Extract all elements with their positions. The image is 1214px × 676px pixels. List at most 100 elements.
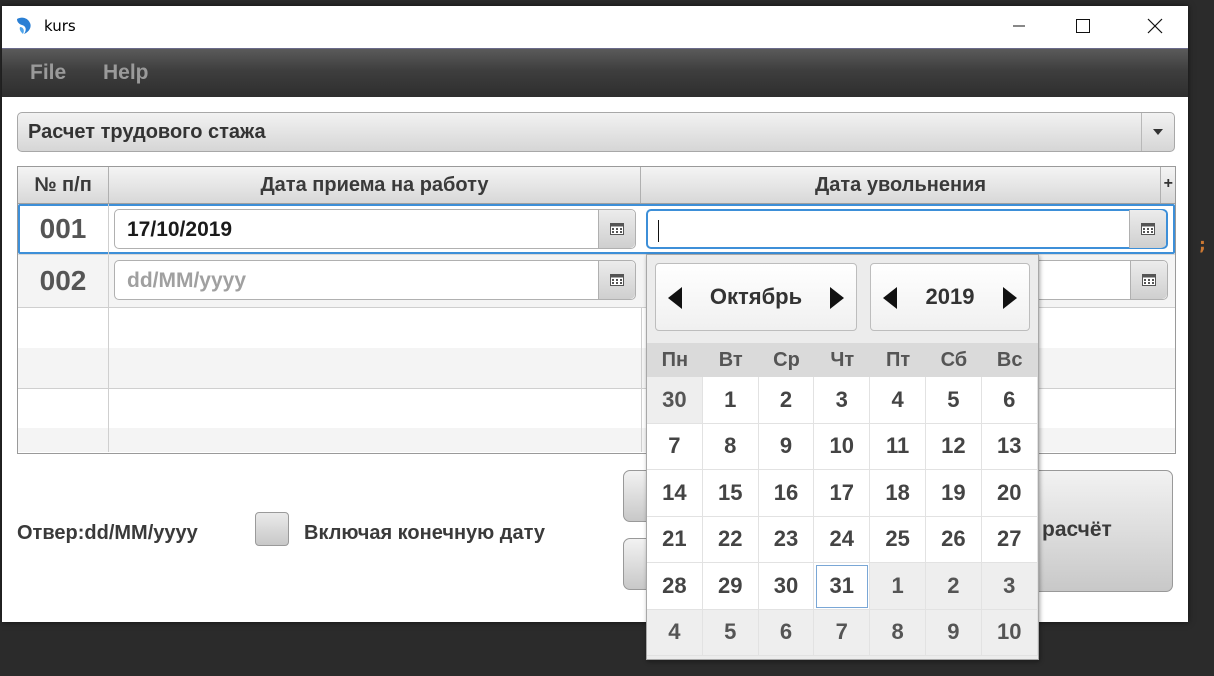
- month-label: Октябрь: [709, 284, 803, 309]
- calendar-day[interactable]: 4: [870, 377, 926, 424]
- app-logo-icon: [17, 17, 31, 34]
- table-row[interactable]: 001 17/10/2019: [18, 204, 1175, 255]
- next-month-icon[interactable]: [830, 287, 844, 309]
- calendar-day[interactable]: 7: [647, 423, 703, 470]
- calendar-day[interactable]: 20: [981, 470, 1038, 517]
- column-divider: [641, 388, 642, 428]
- chevron-down-icon: [1153, 129, 1163, 135]
- column-divider: [641, 308, 642, 348]
- calendar-day[interactable]: 27: [981, 516, 1038, 563]
- calendar-day-other-month[interactable]: 7: [814, 609, 871, 656]
- weekday-label: Ср: [773, 348, 800, 371]
- calendar-day[interactable]: 25: [870, 516, 926, 563]
- weekday-label: Вт: [718, 348, 743, 371]
- mode-select-arrow[interactable]: [1141, 113, 1174, 151]
- include-end-date-label: Включая конечную дату: [304, 522, 546, 544]
- weekday-label: Пн: [661, 348, 689, 371]
- calendar-day[interactable]: 22: [702, 516, 759, 563]
- row-number: 002: [18, 255, 109, 307]
- editor-code-fragment: ;: [1197, 234, 1208, 255]
- calendar-day[interactable]: 16: [758, 470, 815, 517]
- column-header-hire-date[interactable]: Дата приема на работу: [109, 167, 641, 203]
- calendar-day-other-month[interactable]: 1: [870, 563, 926, 610]
- hire-date-picker[interactable]: 17/10/2019: [114, 209, 636, 249]
- calendar-day[interactable]: 23: [758, 516, 815, 563]
- close-button[interactable]: [1132, 6, 1178, 46]
- calendar-icon: [610, 274, 624, 286]
- dismiss-date-calendar-button[interactable]: [1130, 261, 1167, 299]
- calendar-icon: [1142, 274, 1156, 286]
- weekday-label: Пт: [886, 348, 911, 371]
- menu-file[interactable]: File: [30, 61, 66, 85]
- calendar-popup: Октябрь 2019 Пн Вт Ср Чт Пт Сб Вс 30 1 2 3 4…: [646, 254, 1039, 660]
- calendar-day[interactable]: 10: [814, 423, 871, 470]
- weekday-label: Сб: [940, 348, 968, 371]
- menu-help[interactable]: Help: [103, 61, 149, 85]
- calendar-day[interactable]: 17: [814, 470, 871, 517]
- text-cursor: [658, 220, 659, 242]
- calendar-day[interactable]: 3: [814, 377, 871, 424]
- calendar-day[interactable]: 26: [926, 516, 982, 563]
- calendar-day-other-month[interactable]: 2: [926, 563, 982, 610]
- table-header: № п/п Дата приема на работу Дата увольне…: [18, 167, 1175, 204]
- add-column-button[interactable]: +: [1164, 175, 1173, 193]
- year-spinner: 2019: [870, 263, 1030, 331]
- hire-date-input[interactable]: dd/MM/yyyy: [127, 269, 246, 293]
- calendar-day-other-month[interactable]: 10: [981, 609, 1038, 656]
- row-number-empty: [18, 428, 109, 452]
- calendar-day[interactable]: 30: [758, 563, 815, 610]
- calendar-day-other-month[interactable]: 3: [981, 563, 1038, 610]
- minimize-icon: [1013, 25, 1025, 27]
- hire-date-picker[interactable]: dd/MM/yyyy: [114, 260, 636, 300]
- calendar-day[interactable]: 28: [647, 563, 703, 610]
- dismiss-date-picker[interactable]: [646, 209, 1168, 249]
- minimize-button[interactable]: [996, 6, 1042, 46]
- answer-label: Отвер:dd/MM/yyyy: [17, 522, 198, 544]
- dismiss-date-calendar-button[interactable]: [1129, 210, 1166, 248]
- next-year-icon[interactable]: [1003, 287, 1017, 309]
- title-bar: kurs: [2, 6, 1188, 46]
- calendar-day-other-month[interactable]: 9: [926, 609, 982, 656]
- calendar-day[interactable]: 24: [814, 516, 871, 563]
- calendar-day[interactable]: 18: [870, 470, 926, 517]
- hire-date-calendar-button[interactable]: [598, 261, 635, 299]
- calendar-day-other-month[interactable]: 8: [870, 609, 926, 656]
- calendar-day-other-month[interactable]: 30: [647, 377, 703, 424]
- hire-date-calendar-button[interactable]: [598, 210, 635, 248]
- hire-date-input[interactable]: 17/10/2019: [127, 218, 232, 242]
- calendar-day[interactable]: 8: [702, 423, 759, 470]
- calendar-day[interactable]: 12: [926, 423, 982, 470]
- calculate-button-label: расчёт: [1042, 518, 1112, 541]
- calendar-day-other-month[interactable]: 4: [647, 609, 703, 656]
- calendar-day[interactable]: 19: [926, 470, 982, 517]
- calendar-day-other-month[interactable]: 6: [758, 609, 815, 656]
- calendar-day[interactable]: 11: [870, 423, 926, 470]
- include-end-date-checkbox[interactable]: [255, 512, 289, 546]
- calendar-day[interactable]: 6: [981, 377, 1038, 424]
- calendar-day-other-month[interactable]: 5: [702, 609, 759, 656]
- calendar-day[interactable]: 1: [702, 377, 759, 424]
- calendar-day[interactable]: 15: [702, 470, 759, 517]
- calendar-day[interactable]: 21: [647, 516, 703, 563]
- calendar-day[interactable]: 31: [814, 563, 871, 610]
- window-title: kurs: [44, 17, 76, 35]
- calendar-day[interactable]: 14: [647, 470, 703, 517]
- calendar-day[interactable]: 9: [758, 423, 815, 470]
- maximize-button[interactable]: [1060, 6, 1106, 46]
- maximize-icon: [1076, 19, 1090, 33]
- weekday-header: Пн Вт Ср Чт Пт Сб Вс: [647, 343, 1038, 377]
- month-spinner: Октябрь: [655, 263, 857, 331]
- close-icon: [1147, 18, 1163, 34]
- mode-select[interactable]: Расчет трудового стажа: [17, 112, 1175, 152]
- calendar-day[interactable]: 29: [702, 563, 759, 610]
- column-divider: [641, 428, 642, 452]
- column-divider: [641, 348, 642, 388]
- row-number-empty: [18, 308, 109, 348]
- column-header-num[interactable]: № п/п: [18, 167, 109, 203]
- calendar-day[interactable]: 13: [981, 423, 1038, 470]
- calendar-day[interactable]: 2: [758, 377, 815, 424]
- weekday-label: Чт: [830, 348, 855, 371]
- calendar-day[interactable]: 5: [926, 377, 982, 424]
- column-header-dismiss-date[interactable]: Дата увольнения: [641, 167, 1161, 203]
- menu-bar: File Help: [2, 48, 1188, 97]
